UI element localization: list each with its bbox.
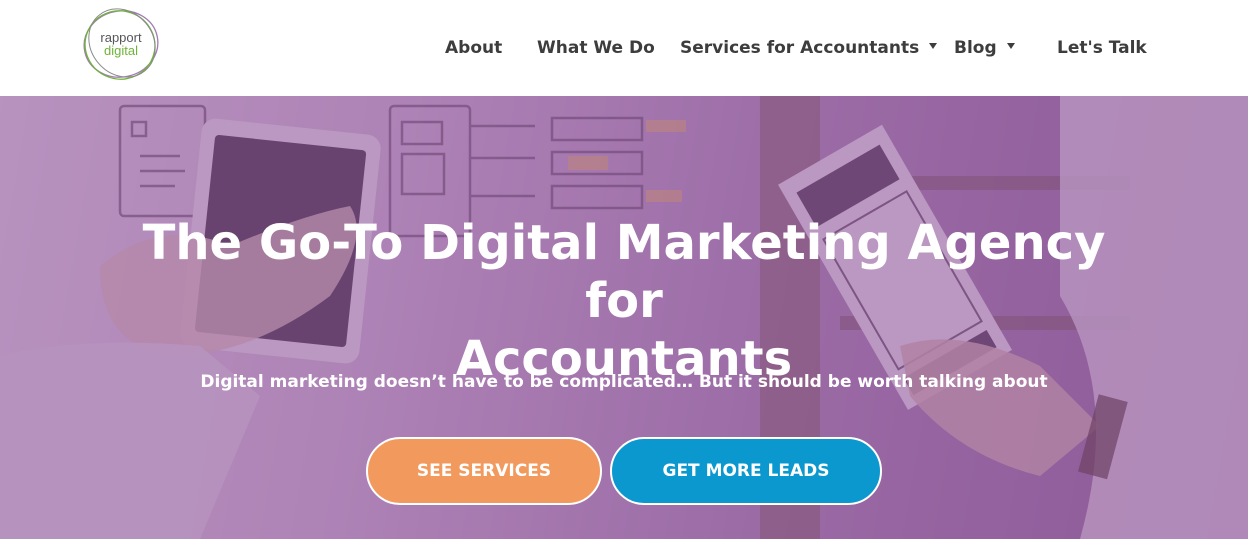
nav-item-lets-talk[interactable]: Let's Talk: [1057, 36, 1147, 60]
hero-title: The Go-To Digital Marketing Agency for A…: [124, 214, 1124, 388]
nav-item-blog[interactable]: Blog: [954, 36, 1015, 60]
see-services-button[interactable]: SEE SERVICES: [366, 437, 602, 505]
main-nav: About What We Do Services for Accountant…: [0, 0, 1248, 96]
get-more-leads-button[interactable]: GET MORE LEADS: [610, 437, 882, 505]
nav-item-label: Let's Talk: [1057, 38, 1147, 58]
nav-item-label: Services for Accountants: [680, 38, 920, 58]
nav-item-label: What We Do: [537, 38, 655, 58]
nav-item-label: About: [445, 38, 503, 58]
hero-subtitle: Digital marketing doesn’t have to be com…: [200, 372, 1048, 392]
nav-item-label: Blog: [954, 38, 997, 58]
nav-item-what-we-do[interactable]: What We Do: [537, 36, 655, 60]
hero-title-line1: The Go-To Digital Marketing Agency for: [142, 215, 1106, 329]
site-header: rapport digital About What We Do Service…: [0, 0, 1248, 96]
caret-down-icon: [1006, 43, 1015, 49]
nav-item-about[interactable]: About: [445, 36, 502, 60]
caret-down-icon: [929, 43, 938, 49]
nav-item-services-for-accountants[interactable]: Services for Accountants: [680, 36, 938, 60]
hero-section: The Go-To Digital Marketing Agency for A…: [0, 96, 1248, 539]
